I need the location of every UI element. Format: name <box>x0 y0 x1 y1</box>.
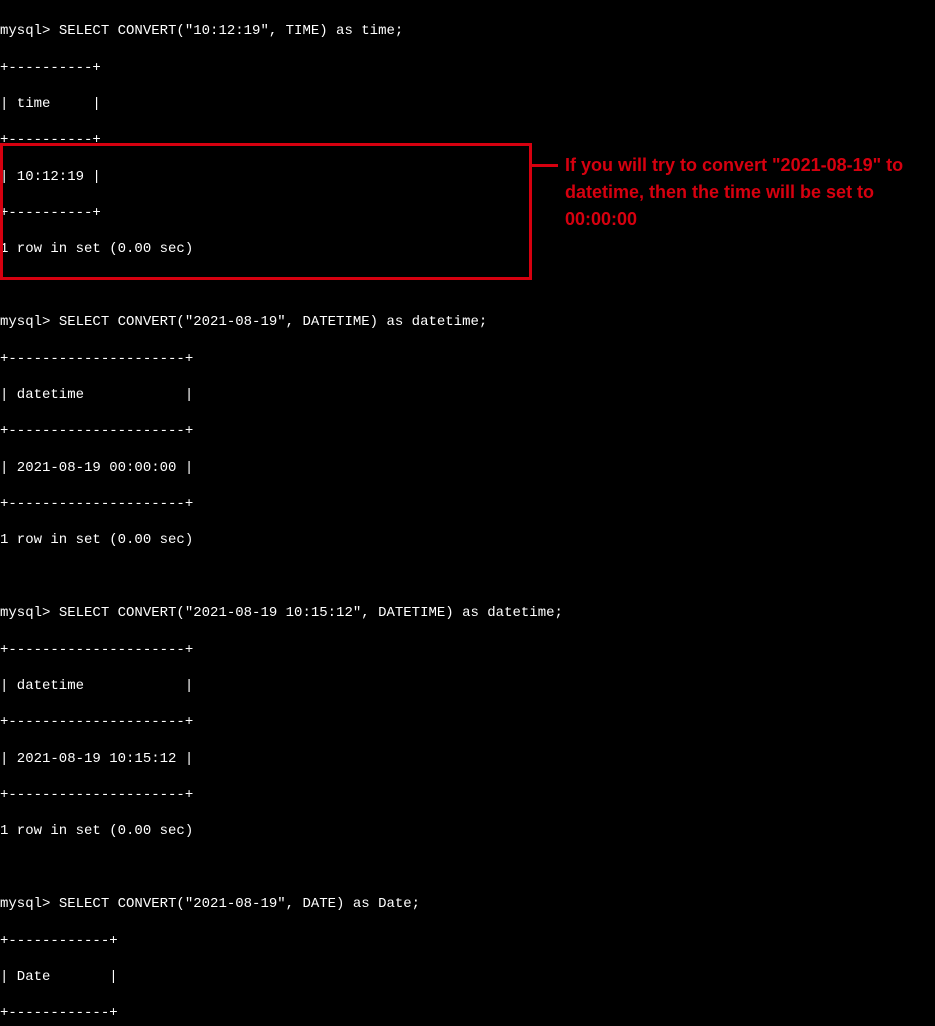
query-line: mysql> SELECT CONVERT("2021-08-19 10:15:… <box>0 604 935 622</box>
query-line: mysql> SELECT CONVERT("10:12:19", TIME) … <box>0 22 935 40</box>
result-border: +---------------------+ <box>0 422 935 440</box>
result-footer: 1 row in set (0.00 sec) <box>0 240 935 258</box>
query-line: mysql> SELECT CONVERT("2021-08-19", DATE… <box>0 313 935 331</box>
annotation-text: If you will try to convert "2021-08-19" … <box>565 152 915 233</box>
sql-query: SELECT CONVERT("2021-08-19 10:15:12", DA… <box>59 605 563 621</box>
result-header: | datetime | <box>0 677 935 695</box>
result-border: +---------------------+ <box>0 786 935 804</box>
query-line: mysql> SELECT CONVERT("2021-08-19", DATE… <box>0 895 935 913</box>
result-border: +---------------------+ <box>0 350 935 368</box>
result-border: +---------------------+ <box>0 495 935 513</box>
result-border: +----------+ <box>0 131 935 149</box>
sql-query: SELECT CONVERT("2021-08-19", DATE) as Da… <box>59 896 420 912</box>
result-header: | Date | <box>0 968 935 986</box>
result-footer: 1 row in set (0.00 sec) <box>0 531 935 549</box>
result-border: +------------+ <box>0 932 935 950</box>
blank-line <box>0 568 935 586</box>
result-border: +------------+ <box>0 1004 935 1022</box>
result-border: +----------+ <box>0 59 935 77</box>
result-header: | time | <box>0 95 935 113</box>
result-border: +---------------------+ <box>0 713 935 731</box>
result-border: +---------------------+ <box>0 641 935 659</box>
result-value: | 2021-08-19 00:00:00 | <box>0 459 935 477</box>
mysql-prompt: mysql> <box>0 314 59 330</box>
blank-line <box>0 859 935 877</box>
sql-query: SELECT CONVERT("10:12:19", TIME) as time… <box>59 23 403 39</box>
annotation-connector <box>532 164 558 167</box>
result-value: | 2021-08-19 10:15:12 | <box>0 750 935 768</box>
mysql-prompt: mysql> <box>0 896 59 912</box>
mysql-prompt: mysql> <box>0 605 59 621</box>
mysql-prompt: mysql> <box>0 23 59 39</box>
sql-query: SELECT CONVERT("2021-08-19", DATETIME) a… <box>59 314 487 330</box>
result-footer: 1 row in set (0.00 sec) <box>0 822 935 840</box>
result-header: | datetime | <box>0 386 935 404</box>
blank-line <box>0 277 935 295</box>
